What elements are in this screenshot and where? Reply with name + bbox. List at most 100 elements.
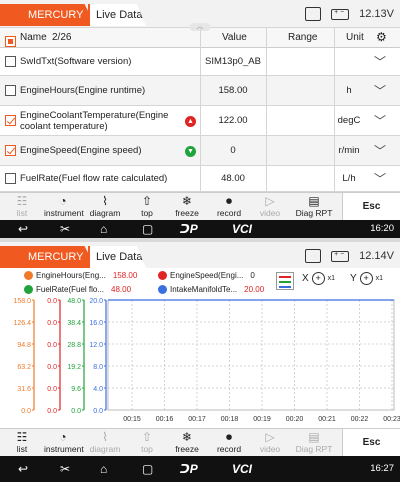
y-tick-label: 0.0 <box>93 408 103 415</box>
brand-tab[interactable]: MERCURY <box>0 246 96 268</box>
home-icon[interactable]: ⌂ <box>100 461 107 477</box>
value-column-header: Value <box>222 32 247 43</box>
recent-apps-icon[interactable]: ▢ <box>142 461 153 477</box>
legend-label: EngineHours(Eng... <box>36 271 106 280</box>
back-icon[interactable]: ↩ <box>18 221 28 237</box>
diagram-button[interactable]: ⌇ diagram <box>86 430 124 455</box>
freeze-button[interactable]: ❄ freeze <box>168 195 206 219</box>
recent-apps-icon[interactable]: ▢ <box>142 221 153 237</box>
calendar-icon[interactable] <box>305 7 322 21</box>
row-value: 0 <box>230 145 236 156</box>
y-tick-label: 4.0 <box>93 386 103 393</box>
y-tick-label: 0.0 <box>71 408 81 415</box>
series-menu-icon[interactable] <box>276 272 294 290</box>
record-button[interactable]: ⏺ record <box>210 430 248 455</box>
zoom-in-icon[interactable]: + <box>359 272 373 285</box>
row-name: EngineHours(Engine runtime) <box>20 85 146 96</box>
top-button[interactable]: ⇧ top <box>128 195 166 219</box>
instrument-button[interactable]: ◔ instrument <box>44 194 84 219</box>
brand-tab[interactable]: MERCURY <box>0 4 96 26</box>
video-button[interactable]: ▷ video <box>251 431 289 455</box>
chart-legend: EngineHours(Eng... 158.00 EngineSpeed(En… <box>0 268 400 298</box>
legend-item[interactable]: IntakeManifoldTe... 20.00 <box>158 285 264 294</box>
live-data-tab[interactable]: Live Data <box>88 4 146 26</box>
x-tick-label: 00:23 <box>383 416 400 423</box>
chevron-down-icon[interactable]: ﹀ <box>374 106 386 135</box>
arrow-down-icon: ▼ <box>185 146 196 157</box>
y-tick-label: 8.0 <box>93 364 103 371</box>
legend-value: 20.00 <box>244 285 265 294</box>
legend-item[interactable]: EngineSpeed(Engi... 0 <box>158 271 255 280</box>
select-all-checkbox[interactable] <box>5 36 16 47</box>
y-tick-label: 9.6 <box>71 386 81 393</box>
top-button[interactable]: ⇧ top <box>128 430 166 455</box>
legend-item[interactable]: FuelRate(Fuel flo... 48.00 <box>24 285 131 294</box>
row-value: SIM13p0_AB <box>205 56 261 67</box>
y-zoom-control[interactable]: Y + x1 <box>350 272 383 285</box>
live-data-chart[interactable]: 158.0 126.4 94.8 63.2 31.6 0.0 0.0 0.0 0.0 0.0 0.0… <box>0 298 400 428</box>
scissors-icon[interactable]: ✂ <box>60 461 70 477</box>
unit-column-header: Unit <box>346 32 364 43</box>
row-checkbox[interactable] <box>5 56 16 67</box>
esc-button[interactable]: Esc <box>342 429 400 456</box>
freeze-button[interactable]: ❄ freeze <box>168 430 206 455</box>
chevron-down-icon[interactable]: ﹀ <box>374 48 386 75</box>
dp-logo[interactable]: ᑐP <box>180 221 198 237</box>
row-value: 48.00 <box>221 173 245 184</box>
chevron-down-icon[interactable]: ﹀ <box>374 76 386 105</box>
arrow-up-icon: ⇧ <box>141 430 153 444</box>
chevron-down-icon[interactable]: ﹀ <box>374 136 386 165</box>
x-zoom-control[interactable]: X + x1 <box>302 272 335 285</box>
instrument-button[interactable]: ◔ instrument <box>44 431 84 455</box>
dp-logo[interactable]: ᑐP <box>180 461 198 477</box>
legend-value: 158.00 <box>112 271 138 280</box>
row-checkbox[interactable] <box>5 145 16 156</box>
settings-gear-icon[interactable]: ⚙ <box>376 30 387 44</box>
clock: 16:20 <box>370 223 394 234</box>
live-data-tab[interactable]: Live Data <box>88 246 146 268</box>
video-button[interactable]: ▷ video <box>251 195 289 219</box>
selected-count: 2/26 <box>52 32 72 43</box>
x-tick-label: 00:20 <box>286 416 304 423</box>
esc-button[interactable]: Esc <box>342 193 400 220</box>
report-icon: ▤ <box>308 430 320 444</box>
voltage-readout: 12.13V <box>359 8 394 20</box>
row-checkbox[interactable] <box>5 85 16 96</box>
diagram-button[interactable]: ⌇ diagram <box>86 195 124 219</box>
calendar-icon[interactable] <box>305 249 322 263</box>
row-unit: degC <box>337 115 361 126</box>
diag-report-button[interactable]: ▤ Diag RPT <box>292 430 336 455</box>
function-toolbar: ☷ list ◔ instrument ⌇ diagram ⇧ top ❄ freeze … <box>0 428 400 456</box>
row-checkbox[interactable] <box>5 115 16 126</box>
legend-item[interactable]: EngineHours(Eng... 158.00 <box>24 271 137 280</box>
zoom-in-icon[interactable]: + <box>311 272 325 285</box>
scissors-icon[interactable]: ✂ <box>60 221 70 237</box>
diagram-icon: ⌇ <box>102 430 108 444</box>
gauge-icon: ◔ <box>59 194 67 208</box>
back-icon[interactable]: ↩ <box>18 461 28 477</box>
chevron-down-icon[interactable]: ﹀ <box>374 166 386 191</box>
legend-label: IntakeManifoldTe... <box>170 285 238 294</box>
report-icon: ▤ <box>308 194 320 208</box>
vci-logo[interactable]: VCI <box>232 221 252 237</box>
home-icon[interactable]: ⌂ <box>100 221 107 237</box>
list-button[interactable]: ☷ list <box>3 431 41 455</box>
list-button[interactable]: ☷ list <box>3 195 41 219</box>
y-tick-label: 28.8 <box>67 342 81 349</box>
battery-icon <box>331 8 350 20</box>
row-checkbox[interactable] <box>5 173 16 184</box>
record-icon: ⏺ <box>225 430 232 444</box>
system-nav-bar: ↩ ✂ ⌂ ▢ ᑐP VCI 16:20 <box>0 220 400 238</box>
record-button[interactable]: ⏺ record <box>210 195 248 219</box>
x-tick-label: 00:21 <box>318 416 336 423</box>
row-name: SwIdTxt(Software version) <box>20 56 132 67</box>
snowflake-icon: ❄ <box>181 430 193 444</box>
x-tick-label: 00:15 <box>123 416 141 423</box>
column-divider <box>266 28 267 192</box>
name-column-header[interactable]: Name <box>20 32 47 43</box>
diag-report-button[interactable]: ▤ Diag RPT <box>292 194 336 219</box>
vci-logo[interactable]: VCI <box>232 461 252 477</box>
x-tick-label: 00:22 <box>351 416 369 423</box>
y-tick-label: 0.0 <box>21 408 31 415</box>
series-color-swatch <box>24 271 33 280</box>
